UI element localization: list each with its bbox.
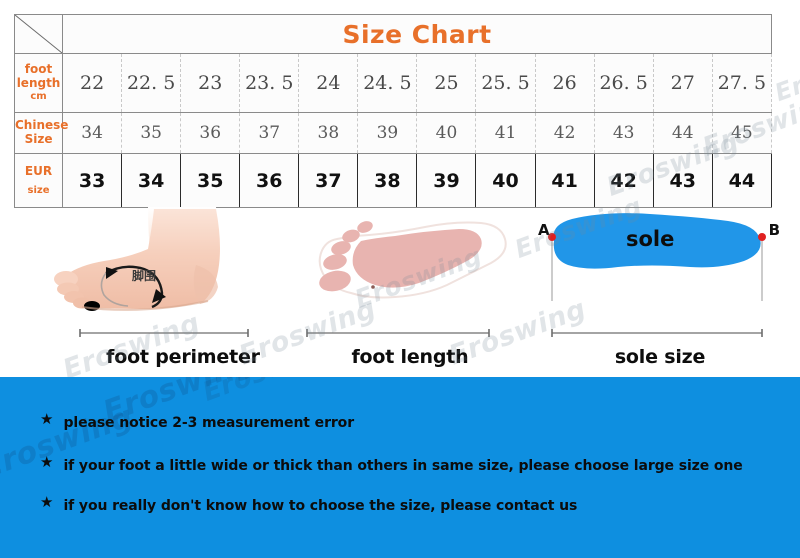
cell-eur-size: 42 [593,153,654,208]
cell-foot-length: 23 [180,53,241,113]
notice-text: if you really don't know how to choose t… [63,498,578,514]
row-label-line1: foot [24,62,53,77]
measurement-bar-foot-length [295,328,525,338]
illustration-foot-perimeter: 脚围 foot perimeter [20,205,270,370]
row-label-line2: length [16,76,61,91]
cell-foot-length: 27. 5 [711,53,773,113]
cell-eur-size: 43 [652,153,713,208]
row-label-line1: Chinese [15,118,69,133]
corner-diagonal-cell [13,14,64,54]
table-row-eur-size: EUR size 33 34 35 36 37 38 39 40 41 42 4… [13,153,773,208]
cell-foot-length: 23. 5 [239,53,300,113]
row-label-line1: EUR [24,163,53,178]
star-bullet-icon: ★ [40,410,54,428]
cell-foot-length: 22. 5 [121,53,182,113]
illustration-label-foot-length: foot length [351,346,469,368]
cell-foot-length: 26 [534,53,595,113]
cell-eur-size: 35 [180,153,241,208]
row-label-chinese-size: Chinese Size [13,112,69,154]
cell-chinese-size: 39 [357,112,418,154]
row-label-eur-size: EUR size [13,153,64,208]
cell-foot-length: 26. 5 [593,53,654,113]
row-label-line2: size [27,184,50,196]
table-header-row: Size Chart [13,14,772,54]
cell-chinese-size: 45 [711,112,773,154]
illustration-foot-length: foot length [295,205,525,370]
illustration-sole-size: A B sole sole size [530,205,790,370]
cell-eur-size: 33 [62,153,123,208]
cell-chinese-size: 34 [62,112,123,154]
blue-sole-shape-icon [530,205,790,325]
row-label-line3: cm [30,91,47,103]
foot-perimeter-annotation: 脚围 [132,269,157,283]
illustration-label-foot-perimeter: foot perimeter [106,346,260,368]
row-label-foot-length: foot length cm [13,53,64,113]
cell-foot-length: 24 [298,53,359,113]
watermark: Eroswing [771,37,800,107]
notice-item: ★ if you really don't know how to choose… [40,493,578,515]
star-bullet-icon: ★ [40,453,54,471]
cell-chinese-size: 35 [121,112,182,154]
table-row-foot-length: foot length cm 22 22. 5 23 23. 5 24 24. … [13,53,773,113]
cell-chinese-size: 36 [180,112,241,154]
measurement-bar-foot-perimeter [20,328,270,338]
cell-eur-size: 37 [298,153,359,208]
cell-chinese-size: 42 [534,112,595,154]
notice-text: if your foot a little wide or thick than… [63,458,743,474]
watermark: Eroswing [199,377,339,408]
cell-foot-length: 22 [62,53,123,113]
table-row-chinese-size: Chinese Size 34 35 36 37 38 39 40 41 42 … [13,112,773,154]
pink-footprint-icon [295,205,525,325]
cell-chinese-size: 44 [652,112,713,154]
cell-foot-length: 25. 5 [475,53,536,113]
row-label-line2: Size [24,132,53,146]
cell-eur-size: 41 [534,153,595,208]
cell-eur-size: 39 [416,153,477,208]
cell-foot-length: 27 [652,53,713,113]
measurement-bar-sole-size [530,328,790,338]
illustration-strip: 脚围 foot perimeter foot length A B sole s… [0,191,800,386]
page-title: Size Chart [62,14,772,54]
cell-eur-size: 38 [357,153,418,208]
notice-item: ★ please notice 2-3 measurement error [40,410,355,432]
size-chart-table: Size Chart foot length cm 22 22. 5 23 23… [13,14,773,208]
cell-chinese-size: 38 [298,112,359,154]
cell-chinese-size: 43 [593,112,654,154]
cell-eur-size: 40 [475,153,536,208]
foot-photo-side-view-icon [20,205,270,325]
sole-point-b-label: B [768,221,780,239]
notice-item: ★ if your foot a little wide or thick th… [40,453,743,475]
cell-eur-size: 36 [239,153,300,208]
cell-chinese-size: 40 [416,112,477,154]
cell-eur-size: 44 [711,153,773,208]
sole-point-a-label: A [538,221,550,239]
cell-foot-length: 24. 5 [357,53,418,113]
notice-text: please notice 2-3 measurement error [63,415,355,431]
cell-chinese-size: 41 [475,112,536,154]
cell-eur-size: 34 [121,153,182,208]
sole-inner-label: sole [626,227,675,251]
cell-chinese-size: 37 [239,112,300,154]
cell-foot-length: 25 [416,53,477,113]
star-bullet-icon: ★ [40,493,54,511]
illustration-label-sole-size: sole size [614,346,706,368]
